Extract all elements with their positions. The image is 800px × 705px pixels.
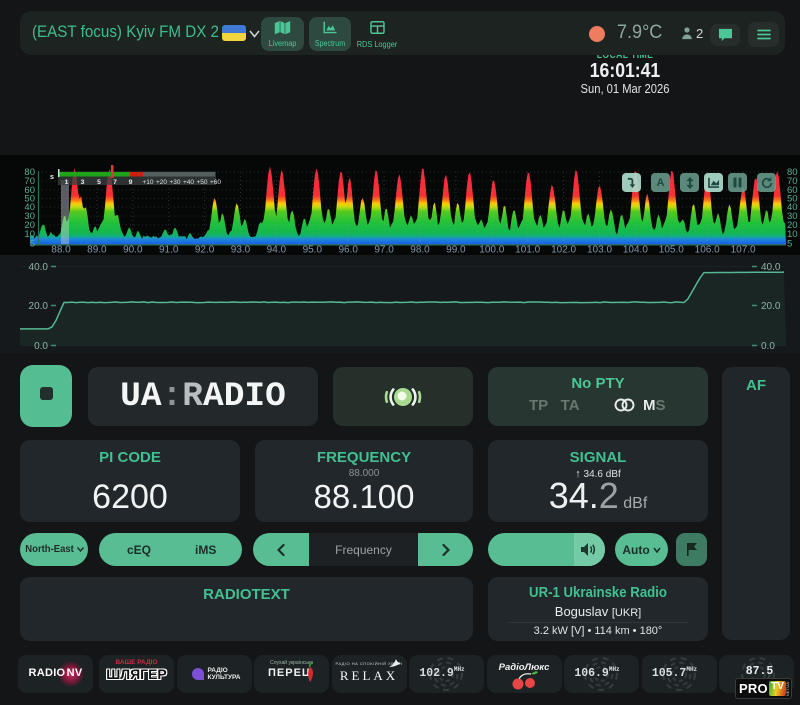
svg-text:97.0: 97.0 bbox=[374, 245, 394, 256]
svg-text:1: 1 bbox=[65, 179, 69, 186]
svg-text:105.0: 105.0 bbox=[659, 245, 684, 256]
svg-text:101.0: 101.0 bbox=[515, 245, 540, 256]
svg-text:+50: +50 bbox=[196, 179, 207, 186]
svg-text:102.0: 102.0 bbox=[551, 245, 576, 256]
svg-text:103.0: 103.0 bbox=[587, 245, 612, 256]
svg-text:5: 5 bbox=[97, 179, 101, 186]
svg-text:5: 5 bbox=[30, 239, 35, 250]
svg-text:96.0: 96.0 bbox=[338, 245, 358, 256]
svg-text:3: 3 bbox=[81, 179, 85, 186]
svg-text:88.0: 88.0 bbox=[51, 245, 71, 256]
svg-text:40.0: 40.0 bbox=[29, 262, 49, 273]
svg-text:90.0: 90.0 bbox=[123, 245, 143, 256]
svg-text:91.0: 91.0 bbox=[159, 245, 179, 256]
svg-text:99.0: 99.0 bbox=[446, 245, 466, 256]
svg-text:40.0: 40.0 bbox=[761, 262, 781, 273]
svg-text:94.0: 94.0 bbox=[267, 245, 287, 256]
svg-text:98.0: 98.0 bbox=[410, 245, 430, 256]
svg-text:+60: +60 bbox=[210, 179, 221, 186]
svg-text:104.0: 104.0 bbox=[623, 245, 648, 256]
svg-text:95.0: 95.0 bbox=[303, 245, 323, 256]
svg-text:89.0: 89.0 bbox=[87, 245, 107, 256]
svg-text:5: 5 bbox=[787, 239, 792, 250]
svg-text:+10: +10 bbox=[142, 179, 153, 186]
svg-text:+40: +40 bbox=[183, 179, 194, 186]
svg-text:106.0: 106.0 bbox=[695, 245, 720, 256]
svg-text:107.0: 107.0 bbox=[731, 245, 756, 256]
svg-text:+30: +30 bbox=[169, 179, 180, 186]
svg-text:92.0: 92.0 bbox=[195, 245, 215, 256]
svg-text:9: 9 bbox=[129, 179, 133, 186]
svg-text:s: s bbox=[50, 172, 54, 181]
svg-text:+20: +20 bbox=[156, 179, 167, 186]
svg-text:93.0: 93.0 bbox=[231, 245, 251, 256]
svg-text:100.0: 100.0 bbox=[479, 245, 504, 256]
svg-text:20.0: 20.0 bbox=[29, 301, 49, 312]
svg-text:7: 7 bbox=[113, 179, 117, 186]
